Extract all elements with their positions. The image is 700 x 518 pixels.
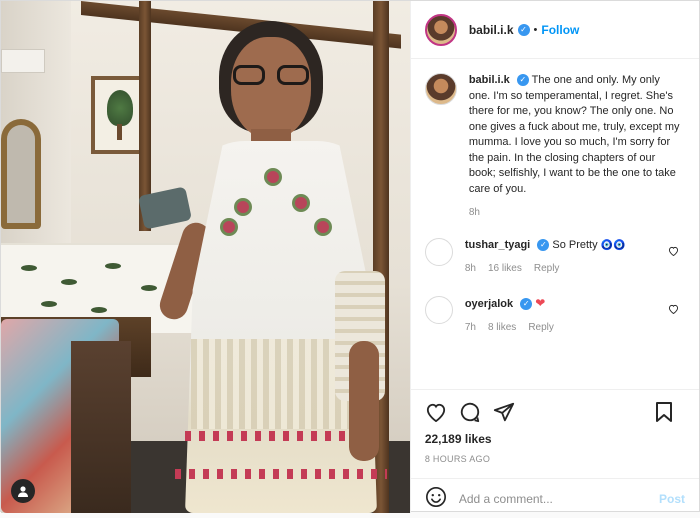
comments-list: babil.i.k ✓ The one and only. My only one…	[411, 59, 699, 389]
caption-time[interactable]: 8h	[469, 207, 683, 218]
comment-time[interactable]: 8h	[465, 261, 476, 276]
photo-glasses	[233, 65, 309, 85]
author-avatar[interactable]	[424, 13, 457, 46]
commenter-username[interactable]: tushar_tyagi	[465, 239, 530, 251]
verified-badge-icon: ✓	[517, 23, 530, 36]
action-icons-row	[425, 398, 685, 428]
verified-badge-icon: ✓	[537, 239, 550, 252]
comment-input[interactable]	[458, 491, 659, 506]
comment-time[interactable]: 7h	[465, 320, 476, 335]
comment-like-heart-icon[interactable]	[668, 304, 679, 317]
post-comment-button[interactable]: Post	[659, 492, 685, 506]
comment-item: oyerjalok ✓ ❤ 7h 8 likes Reply	[424, 296, 683, 335]
follow-button[interactable]: Follow	[541, 23, 579, 37]
post-actions: 22,189 likes 8 HOURS AGO Post	[410, 389, 699, 513]
caption-avatar[interactable]	[424, 73, 457, 105]
caption: babil.i.k ✓ The one and only. My only one…	[424, 73, 683, 218]
evil-eye-emoji: 🧿🧿	[600, 240, 626, 251]
reply-button[interactable]: Reply	[534, 261, 560, 276]
post-timestamp[interactable]: 8 HOURS AGO	[425, 454, 685, 464]
post-header: babil.i.k ✓ • Follow	[410, 1, 699, 59]
heart-icon[interactable]	[425, 402, 447, 425]
commenter-avatar[interactable]	[424, 296, 453, 324]
verified-badge-icon: ✓	[516, 74, 529, 87]
commenter-username[interactable]: oyerjalok	[465, 298, 513, 310]
post-side-panel: babil.i.k ✓ • Follow babil.i.k ✓ The one …	[409, 1, 699, 513]
add-comment-bar: Post	[410, 478, 699, 518]
emoji-icon[interactable]	[425, 486, 447, 511]
caption-text: The one and only. My only one. I'm so te…	[468, 74, 680, 195]
comment-likes[interactable]: 8 likes	[488, 320, 516, 335]
bookmark-icon[interactable]	[655, 401, 673, 426]
comment-like-heart-icon[interactable]	[668, 246, 679, 259]
caption-username[interactable]: babil.i.k	[469, 74, 510, 86]
post-photo[interactable]	[1, 1, 410, 513]
author-username[interactable]: babil.i.k	[469, 23, 514, 37]
photo-mirror	[1, 119, 41, 229]
photo-chair-frame	[71, 341, 131, 513]
verified-badge-icon: ✓	[520, 298, 533, 311]
user-tag-icon[interactable]	[11, 479, 35, 503]
reply-button[interactable]: Reply	[528, 320, 554, 335]
share-icon[interactable]	[493, 401, 515, 426]
photo-person	[156, 21, 397, 513]
instagram-post: babil.i.k ✓ • Follow babil.i.k ✓ The one …	[0, 0, 700, 513]
comment-likes[interactable]: 16 likes	[488, 261, 522, 276]
photo-air-conditioner	[1, 49, 45, 73]
comment-item: tushar_tyagi ✓ So Pretty 🧿🧿 8h 16 likes …	[424, 238, 683, 276]
header-separator: •	[533, 23, 538, 36]
commenter-avatar[interactable]	[424, 238, 453, 266]
red-heart-emoji: ❤	[535, 296, 546, 310]
comment-icon[interactable]	[459, 401, 481, 426]
likes-count[interactable]: 22,189 likes	[425, 432, 685, 446]
comment-text: So Pretty	[552, 239, 598, 251]
